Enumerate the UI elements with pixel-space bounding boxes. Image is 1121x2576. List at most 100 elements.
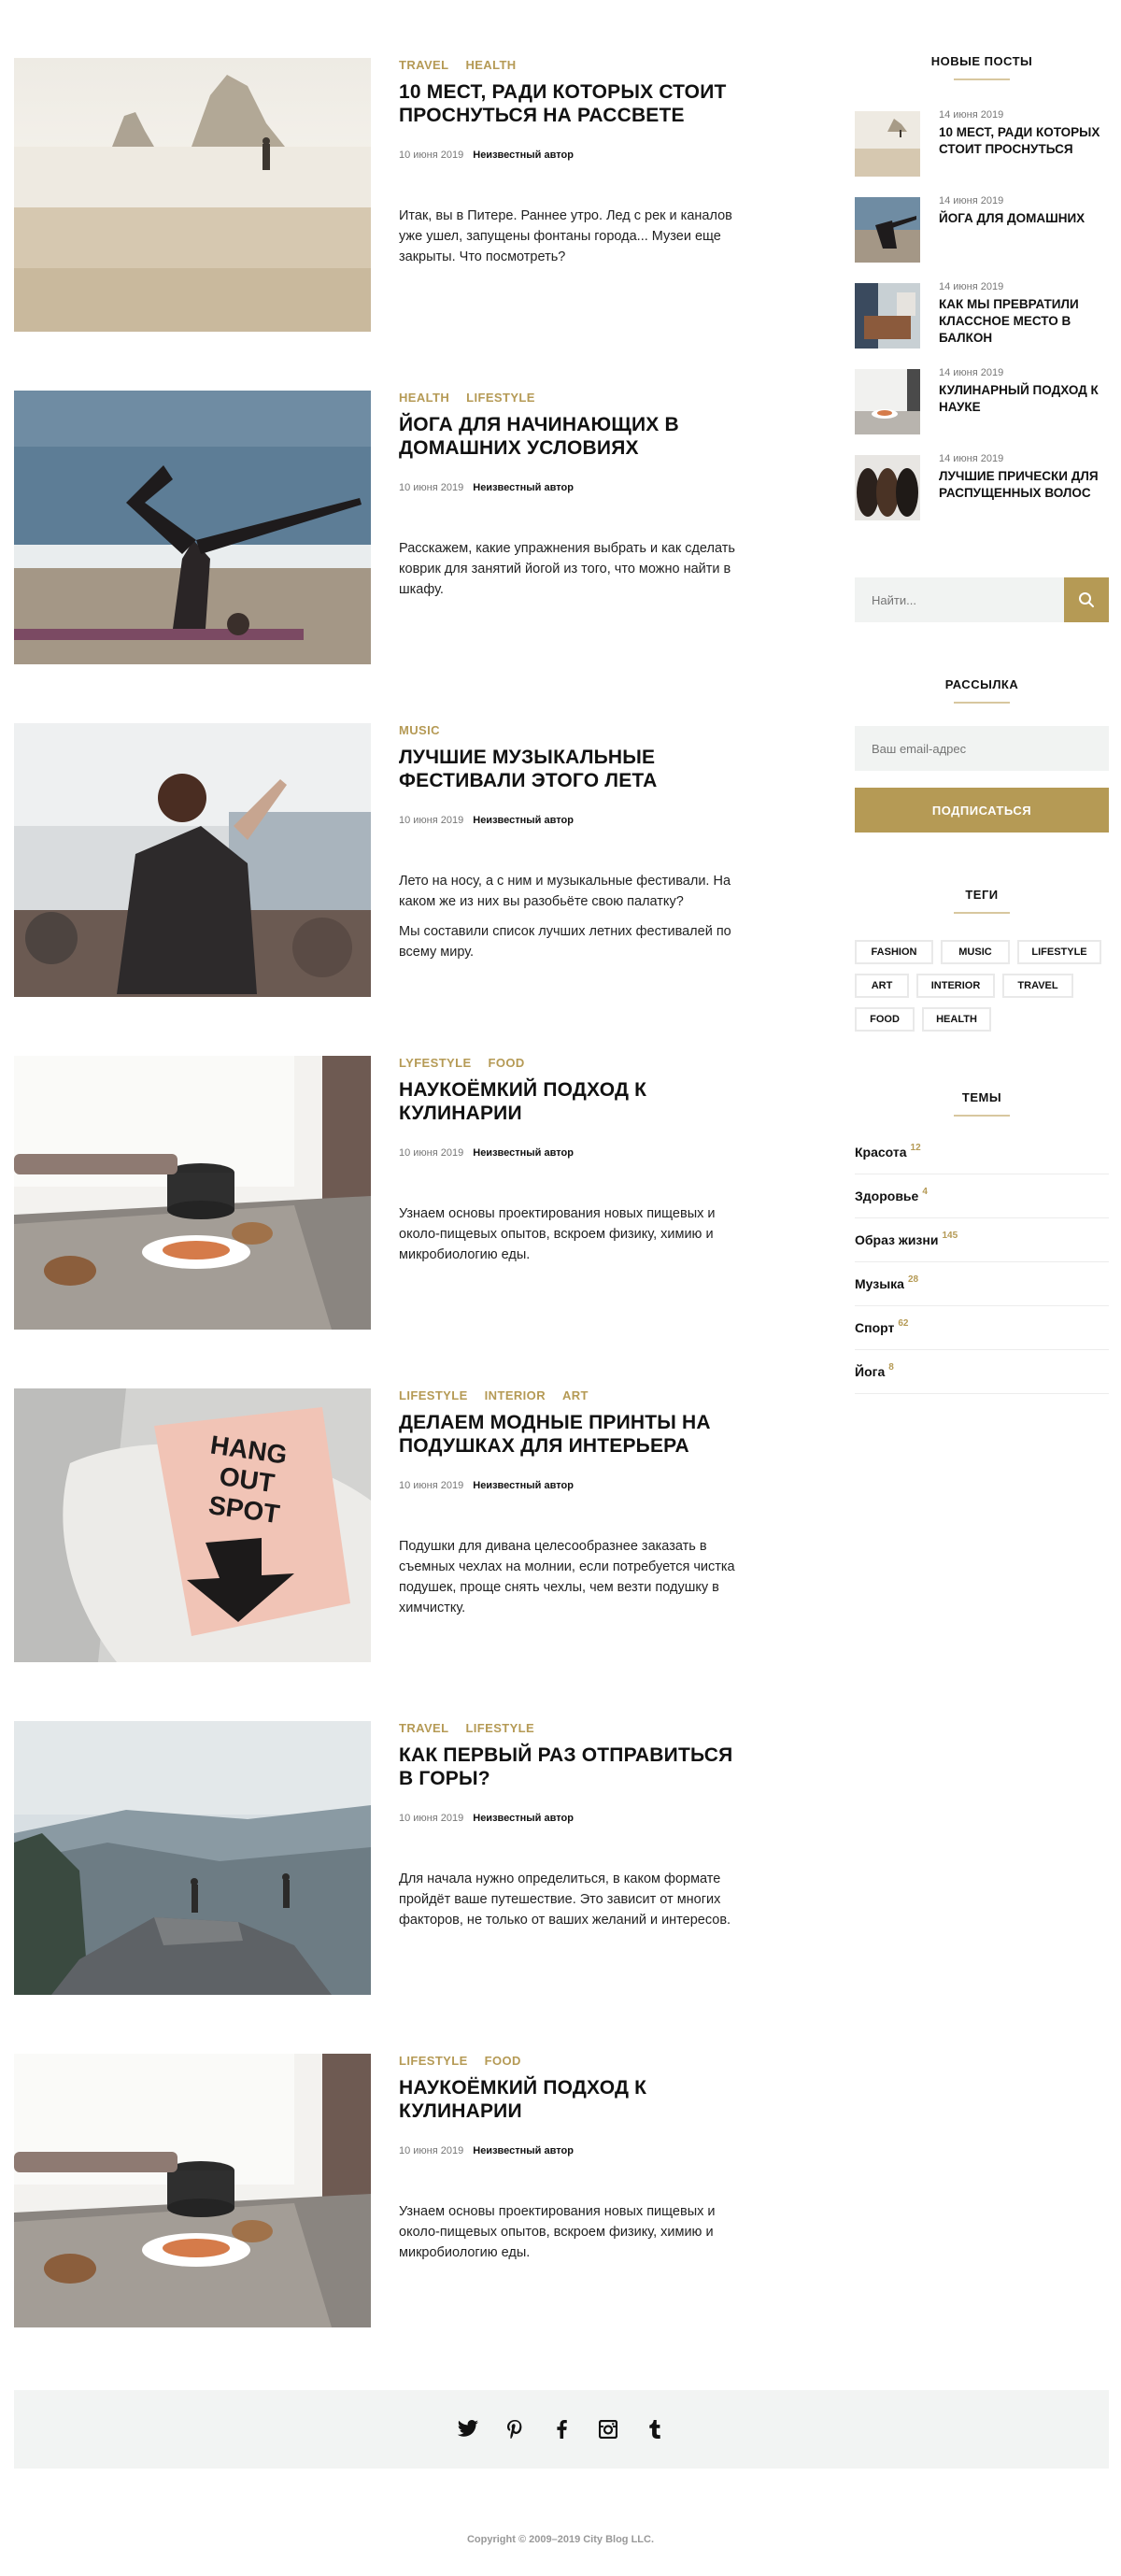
search-box (855, 577, 1109, 622)
topic-item[interactable]: Спорт 62 (855, 1306, 1109, 1350)
tumblr-icon[interactable] (643, 2417, 667, 2441)
post-image-mountains[interactable] (14, 1721, 371, 1995)
topic-item[interactable]: Здоровье 4 (855, 1174, 1109, 1218)
tag-food[interactable]: FOOD (855, 1007, 915, 1032)
category-link[interactable]: LIFESTYLE (399, 1388, 468, 1403)
recent-post-item[interactable]: 14 июня 2019 10 мест, ради которых стоит… (855, 109, 1109, 177)
excerpt-paragraph: Для начала нужно определиться, в каком ф… (399, 1872, 731, 1928)
category-link[interactable]: FOOD (489, 1056, 525, 1071)
topic-name[interactable]: Образ жизни (855, 1232, 938, 1247)
category-link[interactable]: LIFESTYLE (399, 2054, 468, 2069)
recent-post-title[interactable]: Кулинарный подход к науке (939, 382, 1109, 416)
recent-post-title[interactable]: Йога для домашних (939, 210, 1109, 227)
category-link[interactable]: HEALTH (399, 391, 449, 406)
recent-post-thumbnail[interactable] (855, 455, 920, 520)
topic-name[interactable]: Здоровье (855, 1188, 918, 1203)
pinterest-icon[interactable] (503, 2417, 527, 2441)
post-date: 10 июня 2019 (399, 1147, 464, 1159)
tag-music[interactable]: MUSIC (941, 940, 1010, 964)
post-meta: 10 июня 2019 Неизвестный автор (399, 149, 574, 161)
recent-post-item[interactable]: 14 июня 2019 Кулинарный подход к науке (855, 367, 1109, 434)
newsletter-title: Рассылка (944, 677, 1019, 691)
subscribe-button[interactable]: Подписаться (855, 788, 1109, 833)
topics-list: Красота 12 Здоровье 4 Образ жизни 145 Музык… (855, 1131, 1109, 1394)
category-link[interactable]: LYFESTYLE (399, 1056, 472, 1071)
category-link[interactable]: FOOD (485, 2054, 521, 2069)
post-date: 10 июня 2019 (399, 1480, 464, 1491)
post-date: 10 июня 2019 (399, 149, 464, 161)
copyright: Copyright © 2009–2019 City Blog LLC. (466, 2534, 655, 2545)
recent-post-thumbnail[interactable] (855, 197, 920, 263)
post-meta: 10 июня 2019 Неизвестный автор (399, 815, 574, 826)
recent-post-thumbnail[interactable] (855, 283, 920, 349)
post-author[interactable]: Неизвестный автор (473, 1813, 574, 1824)
category-link[interactable]: INTERIOR (485, 1388, 546, 1403)
post-author[interactable]: Неизвестный автор (473, 1480, 574, 1491)
post-title[interactable]: 10 мест, ради которых стоит проснуться н… (399, 80, 735, 127)
post-image-pillow[interactable]: HANG OUT SPOT (14, 1388, 371, 1662)
post-meta: 10 июня 2019 Неизвестный автор (399, 2145, 574, 2156)
recent-post-item[interactable]: 14 июня 2019 Лучшие прически для распуще… (855, 453, 1109, 520)
post-author[interactable]: Неизвестный автор (473, 482, 574, 493)
post-meta: 10 июня 2019 Неизвестный автор (399, 1813, 574, 1824)
instagram-icon[interactable] (596, 2417, 620, 2441)
recent-post-item[interactable]: 14 июня 2019 Йога для домашних (855, 195, 1109, 263)
topic-item[interactable]: Йога 8 (855, 1350, 1109, 1394)
category-link[interactable]: MUSIC (399, 723, 440, 738)
post-image-festival[interactable] (14, 723, 371, 997)
topic-item[interactable]: Образ жизни 145 (855, 1218, 1109, 1262)
tag-health[interactable]: HEALTH (922, 1007, 991, 1032)
topic-name[interactable]: Красота (855, 1145, 907, 1160)
recent-post-thumbnail[interactable] (855, 369, 920, 434)
topic-name[interactable]: Спорт (855, 1320, 894, 1335)
post-author[interactable]: Неизвестный автор (473, 2145, 574, 2156)
post-image-kitchen-table[interactable] (14, 1056, 371, 1330)
tag-art[interactable]: ART (855, 974, 909, 998)
category-link[interactable]: LIFESTYLE (465, 1721, 534, 1736)
post-author[interactable]: Неизвестный автор (473, 1147, 574, 1159)
topic-item[interactable]: Музыка 28 (855, 1262, 1109, 1306)
category-link[interactable]: LIFESTYLE (466, 391, 535, 406)
category-link[interactable]: TRAVEL (399, 1721, 448, 1736)
post-image-beach[interactable] (14, 58, 371, 332)
tag-interior[interactable]: INTERIOR (916, 974, 995, 998)
email-field[interactable] (855, 726, 1109, 771)
post-categories: TRAVEL LIFESTYLE (399, 1721, 754, 1736)
post-body: HEALTH LIFESTYLE Йога для начинающих в д… (399, 391, 754, 597)
recent-post-title[interactable]: 10 мест, ради которых стоит проснуться (939, 124, 1109, 158)
post-title[interactable]: Йога для начинающих в домашних условиях (399, 413, 735, 460)
recent-post-title[interactable]: Лучшие прически для распущенных волос (939, 468, 1109, 502)
topic-name[interactable]: Музыка (855, 1276, 904, 1291)
posts-list: TRAVEL HEALTH 10 мест, ради которых стои… (14, 58, 743, 2386)
twitter-icon[interactable] (456, 2417, 480, 2441)
post-author[interactable]: Неизвестный автор (473, 815, 574, 826)
tag-fashion[interactable]: FASHION (855, 940, 933, 964)
post-image-yoga[interactable] (14, 391, 371, 664)
search-input[interactable] (855, 577, 1064, 622)
topic-item[interactable]: Красота 12 (855, 1131, 1109, 1174)
post-title[interactable]: Делаем модные принты на подушках для инт… (399, 1411, 735, 1458)
recent-post-item[interactable]: 14 июня 2019 Как мы превратили классное … (855, 281, 1109, 349)
facebook-icon[interactable] (549, 2417, 574, 2441)
tag-lifestyle[interactable]: LIFESTYLE (1017, 940, 1101, 964)
category-link[interactable]: ART (562, 1388, 589, 1403)
post-body: LIFESTYLE INTERIOR ART Делаем модные при… (399, 1388, 754, 1615)
post-card: MUSIC Лучшие музыкальные фестивали этого… (14, 723, 743, 997)
post-image-kitchen-table[interactable] (14, 2054, 371, 2327)
topic-count: 4 (922, 1186, 928, 1197)
post-excerpt: Узнаем основы проектирования новых пищев… (399, 1203, 745, 1265)
title-underline (954, 1115, 1010, 1117)
recent-post-title[interactable]: Как мы превратили классное место в балко… (939, 296, 1109, 347)
post-title[interactable]: Лучшие музыкальные фестивали этого лета (399, 746, 735, 792)
search-button[interactable] (1064, 577, 1109, 622)
post-title[interactable]: Наукоёмкий подход к кулинарии (399, 1078, 735, 1125)
category-link[interactable]: HEALTH (465, 58, 516, 73)
recent-post-thumbnail[interactable] (855, 111, 920, 177)
topic-count: 12 (910, 1142, 921, 1153)
topic-name[interactable]: Йога (855, 1364, 885, 1379)
post-author[interactable]: Неизвестный автор (473, 149, 574, 161)
post-title[interactable]: Как первый раз отправиться в горы? (399, 1743, 735, 1790)
post-title[interactable]: Наукоёмкий подход к кулинарии (399, 2076, 735, 2123)
tag-travel[interactable]: TRAVEL (1002, 974, 1073, 998)
category-link[interactable]: TRAVEL (399, 58, 448, 73)
